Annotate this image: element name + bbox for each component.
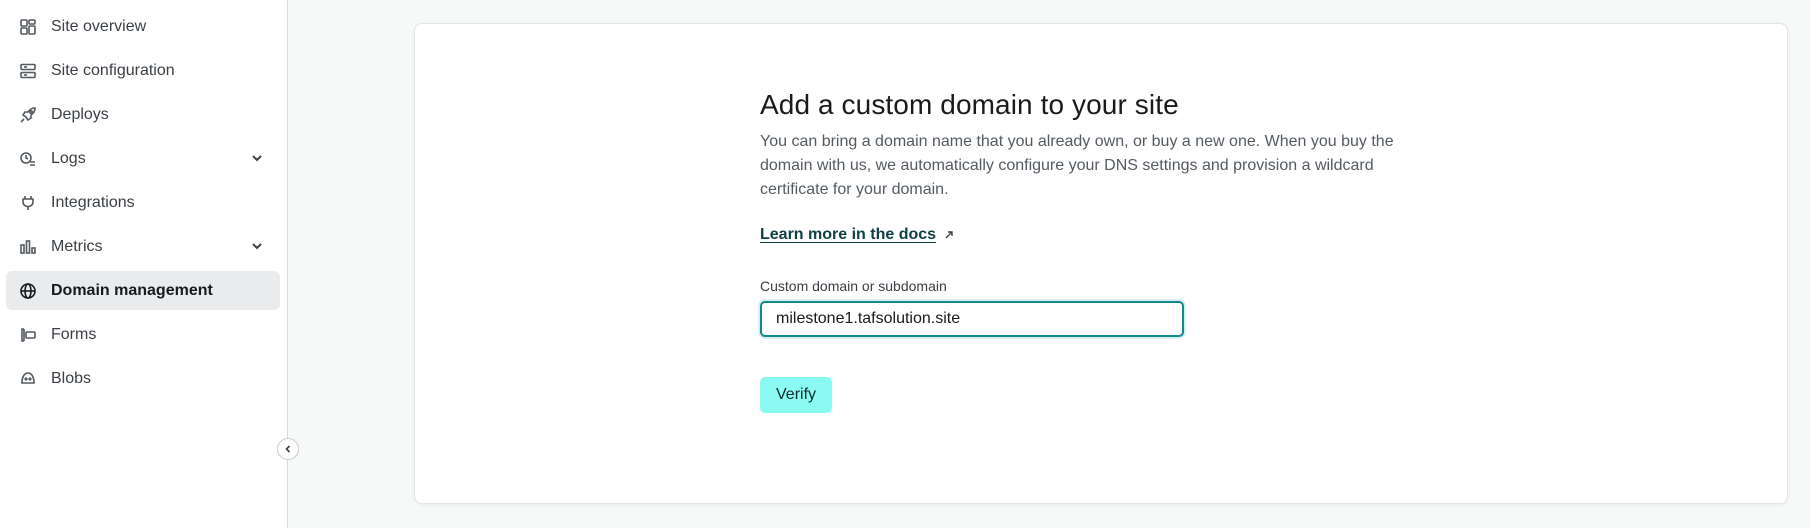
- chevron-down-icon[interactable]: [250, 151, 264, 165]
- add-domain-form: Add a custom domain to your site You can…: [760, 86, 1400, 413]
- page-description: You can bring a domain name that you alr…: [760, 133, 1394, 198]
- sidebar-item-label: Integrations: [51, 193, 135, 211]
- logs-icon: [19, 150, 37, 168]
- sidebar-item-metrics[interactable]: Metrics: [6, 227, 280, 266]
- plug-icon: [19, 194, 37, 212]
- sidebar-item-label: Domain management: [51, 281, 213, 299]
- sidebar-item-label: Site overview: [51, 17, 147, 35]
- sidebar-item-site-overview[interactable]: Site overview: [6, 7, 280, 46]
- server-icon: [19, 62, 37, 80]
- docs-link[interactable]: Learn more in the docs: [760, 226, 954, 244]
- page-title: Add a custom domain to your site: [760, 89, 1179, 120]
- sidebar-item-label: Logs: [51, 149, 86, 167]
- sidebar-item-domain-management[interactable]: Domain management: [6, 271, 280, 310]
- globe-icon: [19, 282, 37, 300]
- sidebar-collapse-button[interactable]: [277, 438, 299, 460]
- external-link-icon: [945, 231, 953, 239]
- verify-button[interactable]: Verify: [760, 377, 833, 413]
- bar-chart-icon: [19, 238, 37, 256]
- sidebar-item-logs[interactable]: Logs: [6, 139, 280, 178]
- sidebar-item-label: Forms: [51, 325, 97, 343]
- sidebar-item-forms[interactable]: Forms: [6, 315, 280, 354]
- sidebar-item-site-configuration[interactable]: Site configuration: [6, 51, 280, 90]
- sidebar-item-label: Deploys: [51, 105, 109, 123]
- chevron-left-icon: [285, 445, 291, 453]
- domain-field-label: Custom domain or subdomain: [760, 278, 947, 294]
- sidebar-item-label: Blobs: [51, 369, 92, 387]
- blob-icon: [19, 370, 37, 388]
- sidebar-item-deploys[interactable]: Deploys: [6, 95, 280, 134]
- docs-link-label: Learn more in the docs: [760, 226, 937, 243]
- sidebar-item-label: Site configuration: [51, 61, 175, 79]
- chevron-down-icon[interactable]: [250, 239, 264, 253]
- sidebar-item-label: Metrics: [51, 237, 103, 255]
- grid-icon: [19, 18, 37, 36]
- domain-input[interactable]: [760, 301, 1184, 337]
- sidebar-item-blobs[interactable]: Blobs: [6, 359, 280, 398]
- sidebar-item-integrations[interactable]: Integrations: [6, 183, 280, 222]
- sidebar: Site overview Site configuration Deploys…: [0, 0, 288, 528]
- form-icon: [19, 326, 37, 344]
- rocket-icon: [19, 106, 37, 124]
